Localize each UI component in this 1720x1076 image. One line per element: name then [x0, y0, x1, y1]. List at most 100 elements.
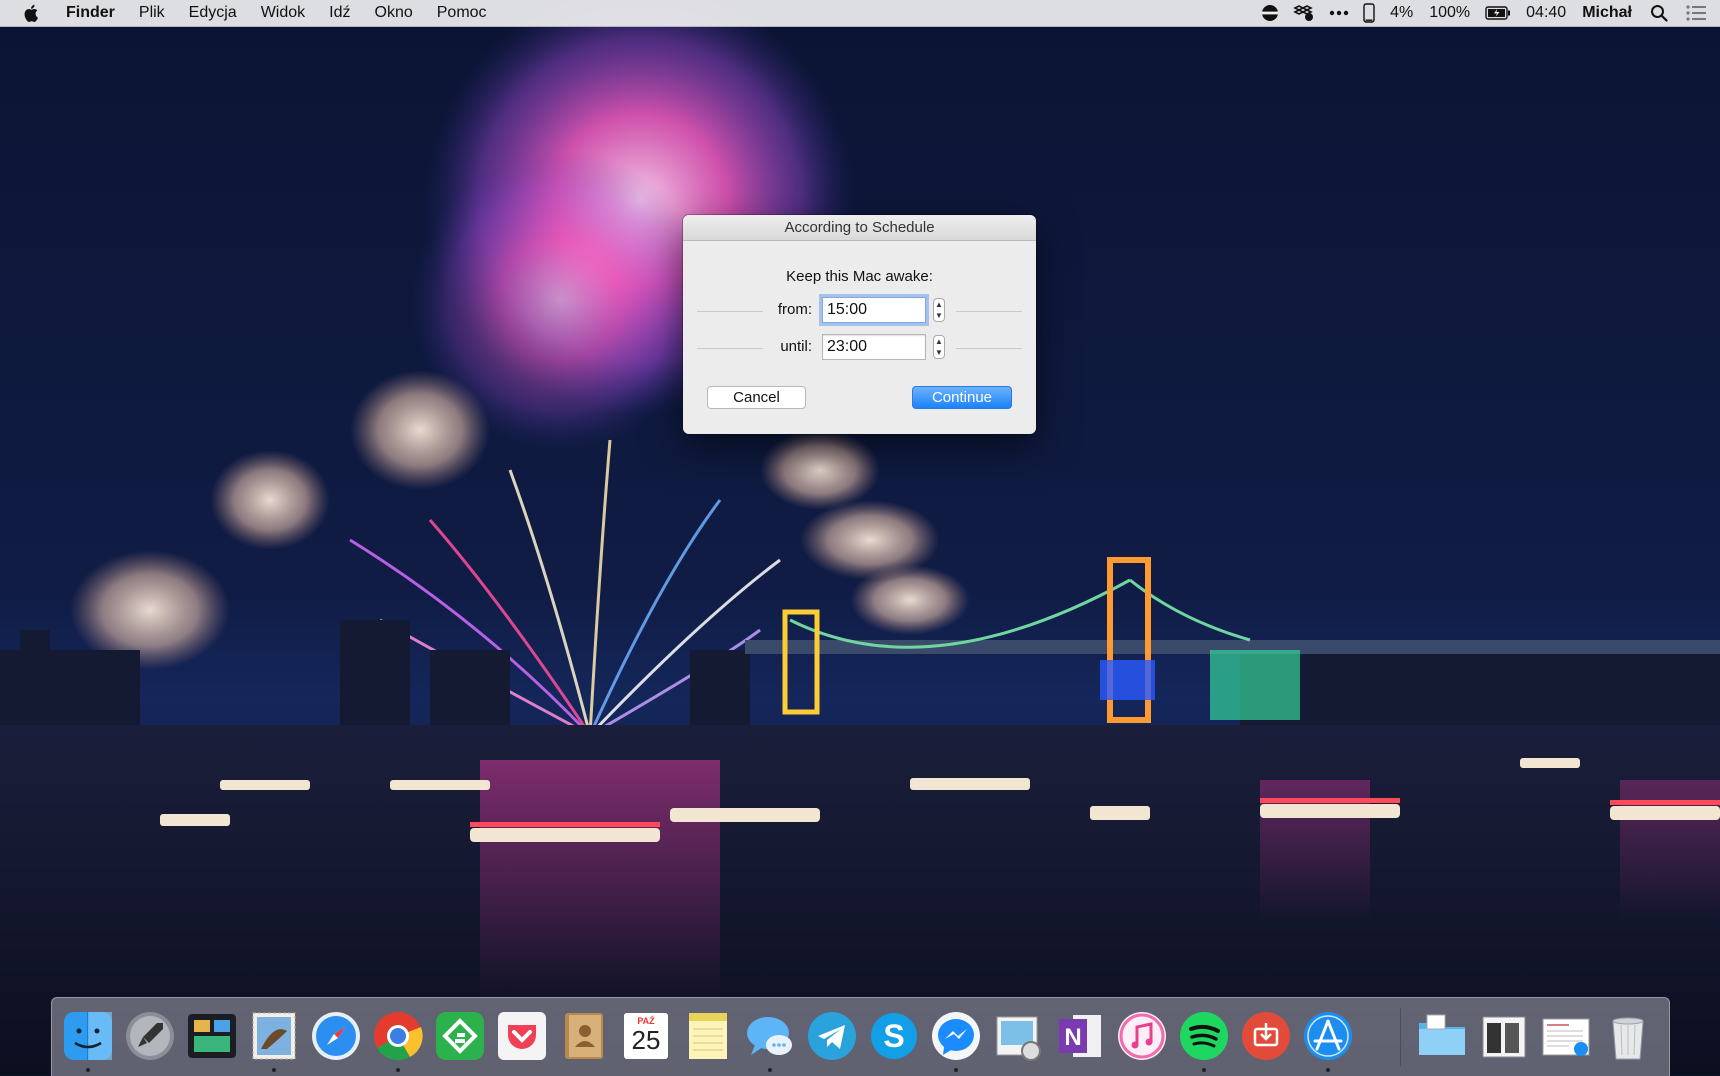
- battery-percent[interactable]: 100%: [1421, 0, 1478, 26]
- apple-menu-icon[interactable]: [22, 3, 42, 23]
- dock-downloads-folder[interactable]: [1415, 1009, 1469, 1063]
- finder-icon: [64, 1012, 112, 1060]
- running-indicator: [396, 1068, 400, 1072]
- svg-text:N: N: [1064, 1024, 1081, 1051]
- app-store-icon: [1304, 1012, 1352, 1060]
- cancel-button[interactable]: Cancel: [707, 386, 806, 409]
- app-menu-finder[interactable]: Finder: [54, 0, 127, 26]
- skype-icon: S: [871, 1013, 917, 1059]
- until-time-field[interactable]: [822, 334, 926, 360]
- feedly-icon: [436, 1012, 484, 1060]
- messages-bubble-icon: [747, 1017, 792, 1055]
- trash-icon: [1612, 1017, 1644, 1060]
- calendar-day: 25: [631, 1025, 661, 1055]
- itunes-music-icon: [1118, 1012, 1166, 1060]
- clock[interactable]: 04:40: [1518, 0, 1574, 26]
- running-indicator: [86, 1068, 90, 1072]
- dock: PAŹ 25 S N: [51, 997, 1670, 1076]
- onenote-icon: N: [1059, 1015, 1101, 1057]
- dock-spotify[interactable]: [1177, 1009, 1231, 1063]
- dock-mission-control[interactable]: [185, 1009, 239, 1063]
- until-row: until: ▲ ▼: [683, 334, 1036, 362]
- menu-bar: Finder Plik Edycja Widok Idź Okno Pomoc …: [0, 0, 1720, 27]
- folder-icon: [1419, 1014, 1465, 1055]
- battery-icon[interactable]: [1478, 0, 1518, 26]
- dock-feedly[interactable]: [433, 1009, 487, 1063]
- svg-text:S: S: [883, 1018, 904, 1054]
- preview-icon: [996, 1016, 1041, 1061]
- dock-itunes[interactable]: [1115, 1009, 1169, 1063]
- menu-idz[interactable]: Idź: [317, 0, 362, 26]
- safari-compass-icon: [312, 1012, 360, 1060]
- launchpad-rocket-icon: [126, 1012, 174, 1060]
- schedule-dialog: According to Schedule Keep this Mac awak…: [683, 215, 1036, 434]
- dock-divider: [1400, 1008, 1401, 1066]
- from-time-field[interactable]: [822, 297, 926, 323]
- dropbox-icon[interactable]: [1286, 0, 1322, 26]
- dialog-prompt: Keep this Mac awake:: [786, 268, 933, 285]
- pocket-icon: [498, 1012, 546, 1060]
- stepper-up-icon[interactable]: ▲: [935, 300, 943, 309]
- desktop-stack-icon: [1542, 1018, 1590, 1056]
- dialog-title: According to Schedule: [683, 215, 1036, 241]
- dock-documents-stack[interactable]: [1477, 1009, 1531, 1063]
- dock-safari[interactable]: [309, 1009, 363, 1063]
- dock-contacts[interactable]: [557, 1009, 611, 1063]
- separator: [697, 311, 763, 312]
- notification-center-icon[interactable]: [1678, 0, 1720, 26]
- dock-preview[interactable]: [991, 1009, 1045, 1063]
- dock-trash[interactable]: [1601, 1009, 1655, 1063]
- transmit-icon: [1242, 1012, 1290, 1060]
- mail-stamp-icon: [252, 1012, 296, 1060]
- mission-control-icon: [188, 1014, 236, 1058]
- dock-skype[interactable]: S: [867, 1009, 921, 1063]
- running-indicator: [1202, 1068, 1206, 1072]
- documents-stack-icon: [1482, 1016, 1526, 1058]
- until-label: until:: [780, 338, 812, 355]
- spotify-icon: [1180, 1012, 1228, 1060]
- stepper-down-icon[interactable]: ▼: [935, 348, 943, 357]
- separator: [956, 348, 1022, 349]
- dock-notes[interactable]: [681, 1009, 735, 1063]
- more-icon[interactable]: [1322, 0, 1356, 26]
- running-indicator: [768, 1068, 772, 1072]
- phone-battery-percent[interactable]: 4%: [1382, 0, 1421, 26]
- chrome-icon: [374, 1012, 423, 1061]
- telegram-icon: [808, 1012, 856, 1060]
- phone-battery-icon[interactable]: [1356, 0, 1382, 26]
- dock-mail[interactable]: [247, 1009, 301, 1063]
- dock-transmit[interactable]: [1239, 1009, 1293, 1063]
- separator: [697, 348, 763, 349]
- until-time-stepper[interactable]: ▲ ▼: [933, 335, 945, 359]
- spotlight-search-icon[interactable]: [1640, 0, 1678, 26]
- dock-messages[interactable]: [743, 1009, 797, 1063]
- dock-telegram[interactable]: [805, 1009, 859, 1063]
- dock-calendar[interactable]: PAŹ 25: [619, 1009, 673, 1063]
- menu-pomoc[interactable]: Pomoc: [425, 0, 499, 26]
- dock-desktop-stack[interactable]: [1539, 1009, 1593, 1063]
- running-indicator: [954, 1068, 958, 1072]
- continue-button[interactable]: Continue: [912, 386, 1012, 409]
- dock-chrome[interactable]: [371, 1009, 425, 1063]
- dock-finder[interactable]: [61, 1009, 115, 1063]
- messenger-icon: [932, 1012, 980, 1060]
- stepper-up-icon[interactable]: ▲: [935, 337, 943, 346]
- menu-plik[interactable]: Plik: [127, 0, 177, 26]
- contacts-book-icon: [565, 1013, 603, 1059]
- from-row: from: ▲ ▼: [683, 297, 1036, 325]
- separator: [956, 311, 1022, 312]
- user-menu[interactable]: Michał: [1574, 0, 1640, 26]
- dock-launchpad[interactable]: [123, 1009, 177, 1063]
- running-indicator: [1326, 1068, 1330, 1072]
- running-indicator: [272, 1068, 276, 1072]
- menu-edycja[interactable]: Edycja: [177, 0, 249, 26]
- menu-okno[interactable]: Okno: [363, 0, 425, 26]
- stepper-down-icon[interactable]: ▼: [935, 311, 943, 320]
- caffeine-icon[interactable]: [1254, 0, 1286, 26]
- dock-pocket[interactable]: [495, 1009, 549, 1063]
- dock-messenger[interactable]: [929, 1009, 983, 1063]
- dock-app-store[interactable]: [1301, 1009, 1355, 1063]
- from-time-stepper[interactable]: ▲ ▼: [933, 298, 945, 322]
- dock-onenote[interactable]: N: [1053, 1009, 1107, 1063]
- menu-widok[interactable]: Widok: [249, 0, 317, 26]
